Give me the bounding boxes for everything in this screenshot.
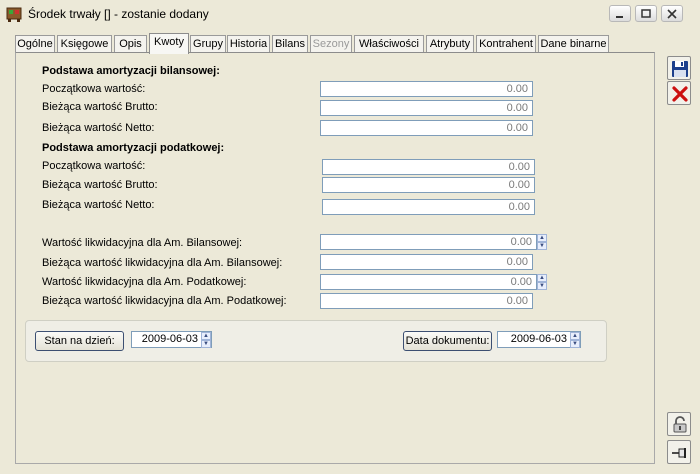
likw-biezaca-bilans-field[interactable]: 0.00 <box>320 254 533 270</box>
likw-podatk-label: Wartość likwidacyjna dla Am. Podatkowej: <box>42 276 247 288</box>
spin-down-icon[interactable]: ▼ <box>537 282 547 290</box>
padlock-icon <box>673 416 687 433</box>
podatkowa-poczatkowa-field[interactable]: 0.00 <box>322 159 535 175</box>
tab-historia[interactable]: Historia <box>227 35 270 53</box>
likw-biezaca-bilans-label: Bieżąca wartość likwidacyjna dla Am. Bil… <box>42 257 283 269</box>
close-button[interactable] <box>661 5 683 22</box>
red-x-icon <box>672 86 688 102</box>
stan-na-dzien-button[interactable]: Stan na dzień: <box>35 331 124 351</box>
minimize-button[interactable] <box>609 5 631 22</box>
stan-date-field[interactable]: 2009-06-03 <box>131 331 212 348</box>
likw-podatk-spinner[interactable]: ▲ ▼ <box>537 274 547 290</box>
spin-up-icon[interactable]: ▲ <box>537 234 547 242</box>
likw-bilans-field[interactable]: 0.00 <box>320 234 537 250</box>
spin-down-icon[interactable]: ▼ <box>570 340 580 348</box>
floppy-disk-icon <box>672 61 688 77</box>
close-icon <box>667 9 677 19</box>
bilans-section-title: Podstawa amortyzacji bilansowej: <box>42 65 220 77</box>
tab-wlasciwosci[interactable]: Właściwości <box>354 35 424 53</box>
likw-podatk-field[interactable]: 0.00 <box>320 274 537 290</box>
tab-ogolne[interactable]: Ogólne <box>15 35 55 53</box>
podatkowa-poczatkowa-label: Początkowa wartość: <box>42 160 146 172</box>
likw-bilans-label: Wartość likwidacyjna dla Am. Bilansowej: <box>42 237 243 249</box>
app-icon <box>6 7 22 22</box>
bilans-netto-field[interactable]: 0.00 <box>320 120 533 136</box>
likw-biezaca-podatk-field[interactable]: 0.00 <box>320 293 533 309</box>
stan-date-spinner[interactable]: ▲ ▼ <box>201 332 211 348</box>
podatkowa-netto-label: Bieżąca wartość Netto: <box>42 199 155 211</box>
spin-up-icon[interactable]: ▲ <box>201 332 211 340</box>
tab-kontrahent[interactable]: Kontrahent <box>476 35 536 53</box>
likw-biezaca-podatk-label: Bieżąca wartość likwidacyjna dla Am. Pod… <box>42 295 287 307</box>
cancel-button[interactable] <box>667 81 691 105</box>
bilans-brutto-label: Bieżąca wartość Brutto: <box>42 101 158 113</box>
data-dokumentu-button[interactable]: Data dokumentu: <box>403 331 492 351</box>
pin-icon <box>672 448 686 458</box>
maximize-button[interactable] <box>635 5 657 22</box>
tab-atrybuty[interactable]: Atrybuty <box>426 35 474 53</box>
bilans-brutto-field[interactable]: 0.00 <box>320 100 533 116</box>
tab-ksiegowe[interactable]: Księgowe <box>57 35 112 53</box>
tab-grupy[interactable]: Grupy <box>190 35 226 53</box>
tab-dane-binarne[interactable]: Dane binarne <box>538 35 609 53</box>
pin-button[interactable] <box>667 440 691 464</box>
title-bar: Środek trwały [] - zostanie dodany <box>0 0 700 28</box>
likw-bilans-spinner[interactable]: ▲ ▼ <box>537 234 547 250</box>
podatkowa-brutto-field[interactable]: 0.00 <box>322 177 535 193</box>
maximize-icon <box>641 9 651 18</box>
bilans-poczatkowa-label: Początkowa wartość: <box>42 83 146 95</box>
bilans-poczatkowa-field[interactable]: 0.00 <box>320 81 533 97</box>
tab-kwoty[interactable]: Kwoty <box>149 33 189 54</box>
spin-up-icon[interactable]: ▲ <box>570 332 580 340</box>
minimize-icon <box>616 16 623 18</box>
podatkowa-brutto-label: Bieżąca wartość Brutto: <box>42 179 158 191</box>
save-button[interactable] <box>667 56 691 80</box>
podatkowa-netto-field[interactable]: 0.00 <box>322 199 535 215</box>
tab-sezony: Sezony <box>310 35 352 53</box>
bilans-netto-label: Bieżąca wartość Netto: <box>42 122 155 134</box>
podatkowa-section-title: Podstawa amortyzacji podatkowej: <box>42 142 225 154</box>
spin-down-icon[interactable]: ▼ <box>537 242 547 250</box>
dokument-date-field[interactable]: 2009-06-03 <box>497 331 581 348</box>
tab-opis[interactable]: Opis <box>114 35 147 53</box>
unlock-button[interactable] <box>667 412 691 436</box>
window-title: Środek trwały [] - zostanie dodany <box>28 7 209 21</box>
tab-bilans[interactable]: Bilans <box>272 35 308 53</box>
dokument-date-spinner[interactable]: ▲ ▼ <box>570 332 580 348</box>
spin-up-icon[interactable]: ▲ <box>537 274 547 282</box>
spin-down-icon[interactable]: ▼ <box>201 340 211 348</box>
